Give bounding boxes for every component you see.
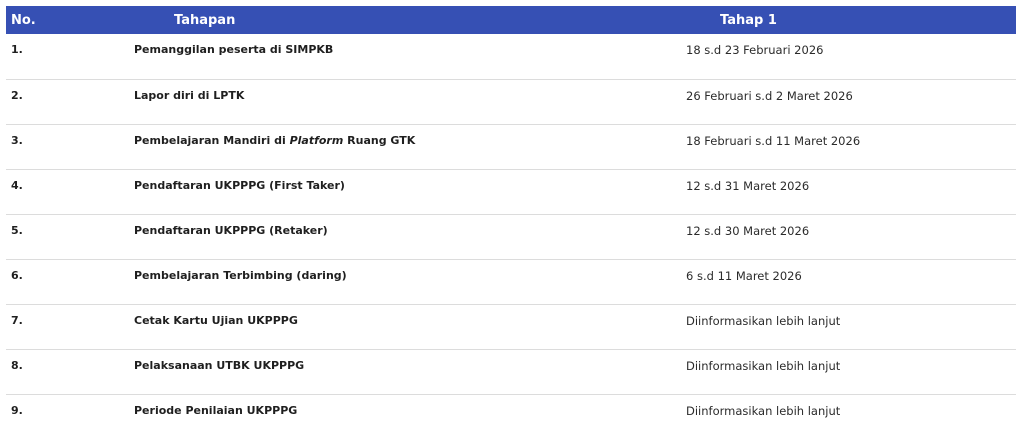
row-stage: Pembelajaran Terbimbing (daring) (134, 259, 686, 304)
row-date: 12 s.d 31 Maret 2026 (686, 178, 810, 193)
table-row: 1. Pemanggilan peserta di SIMPKB 18 s.d … (6, 34, 1016, 79)
row-date: Diinformasikan lebih lanjut (686, 313, 841, 328)
table-row: 3. Pembelajaran Mandiri di Platform Ruan… (6, 124, 1016, 169)
table-row: 9. Periode Penilaian UKPPPG Diinformasik… (6, 394, 1016, 439)
row-stage-text-after: Ruang GTK (343, 133, 416, 147)
row-stage-text: Pelaksanaan UTBK UKPPPG (134, 358, 305, 372)
row-number: 3. (11, 133, 23, 147)
row-date: Diinformasikan lebih lanjut (686, 358, 841, 373)
table-row: 2. Lapor diri di LPTK 26 Februari s.d 2 … (6, 79, 1016, 124)
header-tahap-1: Tahap 1 (720, 12, 777, 28)
row-stage: Pendaftaran UKPPPG (Retaker) (134, 214, 686, 259)
row-date: Diinformasikan lebih lanjut (686, 403, 841, 418)
row-number: 7. (11, 313, 23, 327)
schedule-table: No. Tahapan Tahap 1 1. Pemanggilan peser… (6, 6, 1016, 439)
table-row: 7. Cetak Kartu Ujian UKPPPG Diinformasik… (6, 304, 1016, 349)
row-date: 18 Februari s.d 11 Maret 2026 (686, 133, 861, 148)
table-row: 5. Pendaftaran UKPPPG (Retaker) 12 s.d 3… (6, 214, 1016, 259)
row-stage: Cetak Kartu Ujian UKPPPG (134, 304, 686, 349)
row-stage-text: Cetak Kartu Ujian UKPPPG (134, 313, 298, 327)
row-number: 5. (11, 223, 23, 237)
table-header-row: No. Tahapan Tahap 1 (6, 6, 1016, 34)
schedule-table-container: No. Tahapan Tahap 1 1. Pemanggilan peser… (6, 6, 1016, 439)
row-number: 8. (11, 358, 23, 372)
row-number: 9. (11, 403, 23, 417)
row-stage-text: Lapor diri di LPTK (134, 88, 245, 102)
row-stage: Pelaksanaan UTBK UKPPPG (134, 349, 686, 394)
row-number: 6. (11, 268, 23, 282)
row-stage: Pembelajaran Mandiri di Platform Ruang G… (134, 124, 686, 169)
table-row: 8. Pelaksanaan UTBK UKPPPG Diinformasika… (6, 349, 1016, 394)
row-stage: Pendaftaran UKPPPG (First Taker) (134, 169, 686, 214)
row-stage-text: Pembelajaran Terbimbing (daring) (134, 268, 347, 282)
row-stage-text: Pemanggilan peserta di SIMPKB (134, 43, 334, 56)
row-stage: Lapor diri di LPTK (134, 79, 686, 124)
row-stage-text: Pembelajaran Mandiri di (134, 133, 290, 147)
header-no: No. (11, 12, 36, 28)
row-date: 26 Februari s.d 2 Maret 2026 (686, 88, 853, 103)
row-number: 2. (11, 88, 23, 102)
row-stage-text: Pendaftaran UKPPPG (First Taker) (134, 178, 345, 192)
row-stage-text: Periode Penilaian UKPPPG (134, 403, 298, 417)
row-date: 18 s.d 23 Februari 2026 (686, 43, 824, 57)
row-date: 12 s.d 30 Maret 2026 (686, 223, 810, 238)
row-stage: Periode Penilaian UKPPPG (134, 394, 686, 439)
row-date: 6 s.d 11 Maret 2026 (686, 268, 802, 283)
table-body: 1. Pemanggilan peserta di SIMPKB 18 s.d … (6, 34, 1016, 439)
row-stage-text: Pendaftaran UKPPPG (Retaker) (134, 223, 328, 237)
row-stage: Pemanggilan peserta di SIMPKB (134, 34, 686, 79)
header-tahapan: Tahapan (174, 12, 236, 28)
table-row: 6. Pembelajaran Terbimbing (daring) 6 s.… (6, 259, 1016, 304)
row-stage-emphasis: Platform (289, 133, 344, 147)
row-number: 1. (11, 43, 23, 56)
table-row: 4. Pendaftaran UKPPPG (First Taker) 12 s… (6, 169, 1016, 214)
row-number: 4. (11, 178, 23, 192)
